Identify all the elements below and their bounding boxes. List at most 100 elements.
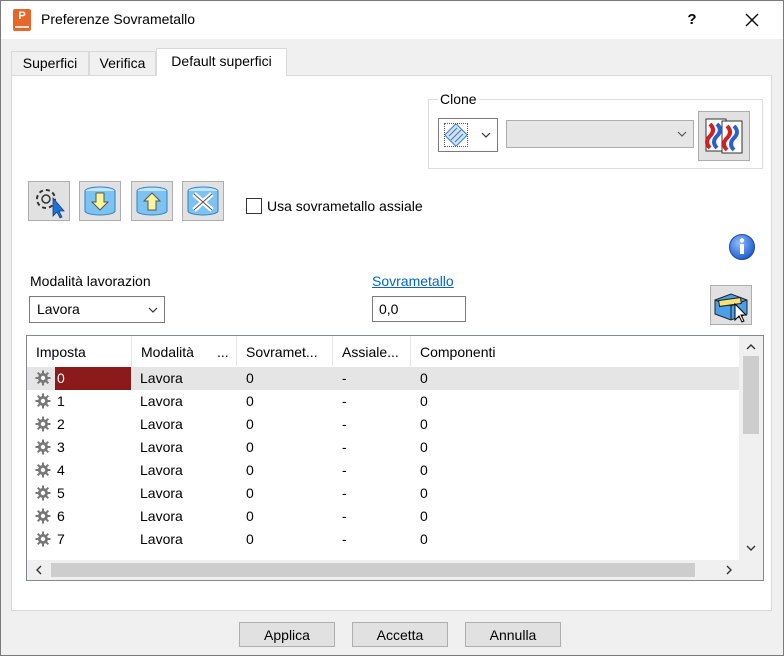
hatch-pattern-icon	[443, 122, 469, 148]
import-down-icon	[84, 186, 116, 216]
cell-sovrametallo: 0	[246, 393, 254, 409]
tab-superfici[interactable]: Superfici	[11, 51, 89, 75]
table-row[interactable]: 0 Lavora 0 - 0	[27, 367, 739, 390]
tab-default-superfici[interactable]: Default superfici	[156, 48, 287, 76]
gear-icon	[35, 416, 51, 432]
accetta-button[interactable]: Accetta	[352, 622, 448, 647]
axial-allowance-label: Usa sovrametallo assiale	[267, 198, 423, 214]
help-button[interactable]: ?	[669, 5, 715, 35]
column-header-modalita[interactable]: Modalità...	[132, 336, 237, 366]
cell-componenti: 0	[420, 370, 428, 386]
tab-verifica[interactable]: Verifica	[89, 51, 156, 75]
cell-modalita: Lavora	[140, 370, 183, 386]
close-button[interactable]	[729, 5, 775, 35]
vertical-scrollbar[interactable]	[739, 336, 763, 560]
table-row[interactable]: 6 Lavora 0 - 0	[27, 505, 739, 528]
cell-componenti: 0	[420, 393, 428, 409]
cell-modalita: Lavora	[140, 462, 183, 478]
table-row-partial	[27, 551, 739, 559]
cell-componenti: 0	[420, 416, 428, 432]
horizontal-scrollbar[interactable]	[27, 560, 763, 580]
cell-sovrametallo: 0	[246, 531, 254, 547]
cell-assiale: -	[342, 439, 347, 455]
cell-imposta: 1	[57, 393, 65, 409]
cell-sovrametallo: 0	[246, 485, 254, 501]
table-row[interactable]: 1 Lavora 0 - 0	[27, 390, 739, 413]
cell-sovrametallo: 0	[246, 416, 254, 432]
axial-allowance-checkbox[interactable]	[246, 198, 262, 214]
cell-componenti: 0	[420, 439, 428, 455]
dialog-window: P Preferenze Sovrametallo ? Superfici Ve…	[0, 0, 784, 656]
cell-imposta: 3	[57, 439, 65, 455]
clone-type-dropdown[interactable]	[438, 118, 498, 152]
machining-mode-select[interactable]: Lavora	[29, 296, 165, 323]
scroll-up-icon[interactable]	[745, 341, 757, 353]
table-row[interactable]: 2 Lavora 0 - 0	[27, 413, 739, 436]
chevron-down-icon	[677, 131, 687, 137]
column-header-sovrametallo[interactable]: Sovramet...	[237, 336, 333, 366]
cell-assiale: -	[342, 508, 347, 524]
info-icon[interactable]	[728, 233, 756, 261]
cell-modalita: Lavora	[140, 439, 183, 455]
cell-assiale: -	[342, 531, 347, 547]
table-row[interactable]: 7 Lavora 0 - 0	[27, 528, 739, 551]
clone-legend: Clone	[438, 91, 479, 107]
scroll-down-icon[interactable]	[745, 542, 757, 554]
allowance-link[interactable]: Sovrametallo	[372, 273, 454, 289]
apply-to-selection-button[interactable]	[710, 285, 752, 325]
annulla-button[interactable]: Annulla	[465, 622, 561, 647]
cell-assiale: -	[342, 416, 347, 432]
cell-modalita: Lavora	[140, 416, 183, 432]
clone-source-select[interactable]	[506, 120, 694, 148]
cell-sovrametallo: 0	[246, 462, 254, 478]
close-icon	[745, 13, 759, 27]
vertical-scroll-thumb[interactable]	[743, 356, 759, 434]
scroll-left-icon[interactable]	[33, 564, 45, 576]
gear-icon	[35, 393, 51, 409]
cell-assiale: -	[342, 462, 347, 478]
cell-assiale: -	[342, 485, 347, 501]
apply-selection-icon	[714, 293, 748, 323]
cell-modalita: Lavora	[140, 485, 183, 501]
scroll-right-icon[interactable]	[723, 564, 735, 576]
applica-button[interactable]: Applica	[239, 622, 335, 647]
surface-defaults-table[interactable]: Imposta Modalità... Sovramet... Assiale.…	[26, 335, 764, 581]
clear-settings-icon	[187, 186, 219, 216]
machining-mode-label: Modalità lavorazion	[30, 273, 151, 289]
table-header: Imposta Modalità... Sovramet... Assiale.…	[27, 336, 739, 366]
gear-icon	[35, 370, 51, 386]
gear-icon	[35, 462, 51, 478]
cell-modalita: Lavora	[140, 531, 183, 547]
cell-componenti: 0	[420, 508, 428, 524]
column-header-componenti[interactable]: Componenti	[411, 336, 739, 366]
cell-sovrametallo: 0	[246, 370, 254, 386]
window-title: Preferenze Sovrametallo	[41, 11, 196, 27]
select-settings-button[interactable]	[28, 181, 70, 221]
cell-modalita: Lavora	[140, 393, 183, 409]
cell-imposta: 5	[57, 485, 65, 501]
cell-assiale: -	[342, 370, 347, 386]
gear-icon	[35, 508, 51, 524]
table-row[interactable]: 3 Lavora 0 - 0	[27, 436, 739, 459]
select-settings-icon	[36, 189, 65, 219]
gear-icon	[35, 485, 51, 501]
horizontal-scroll-thumb[interactable]	[51, 563, 695, 577]
cell-componenti: 0	[420, 462, 428, 478]
allowance-input[interactable]: 0,0	[372, 296, 466, 322]
cell-imposta: 4	[57, 462, 65, 478]
export-button[interactable]	[131, 181, 173, 221]
table-row[interactable]: 5 Lavora 0 - 0	[27, 482, 739, 505]
table-row[interactable]: 4 Lavora 0 - 0	[27, 459, 739, 482]
app-logo-icon: P	[13, 9, 31, 31]
title-bar: P Preferenze Sovrametallo ?	[1, 1, 783, 39]
cell-sovrametallo: 0	[246, 439, 254, 455]
clone-button[interactable]	[698, 111, 750, 161]
selected-cell-highlight	[55, 367, 131, 390]
cell-componenti: 0	[420, 485, 428, 501]
clear-settings-button[interactable]	[182, 181, 224, 221]
column-header-imposta[interactable]: Imposta	[27, 336, 132, 366]
gear-icon	[35, 439, 51, 455]
import-button[interactable]	[79, 181, 121, 221]
cell-imposta: 0	[57, 370, 65, 386]
column-header-assiale[interactable]: Assiale...	[333, 336, 411, 366]
